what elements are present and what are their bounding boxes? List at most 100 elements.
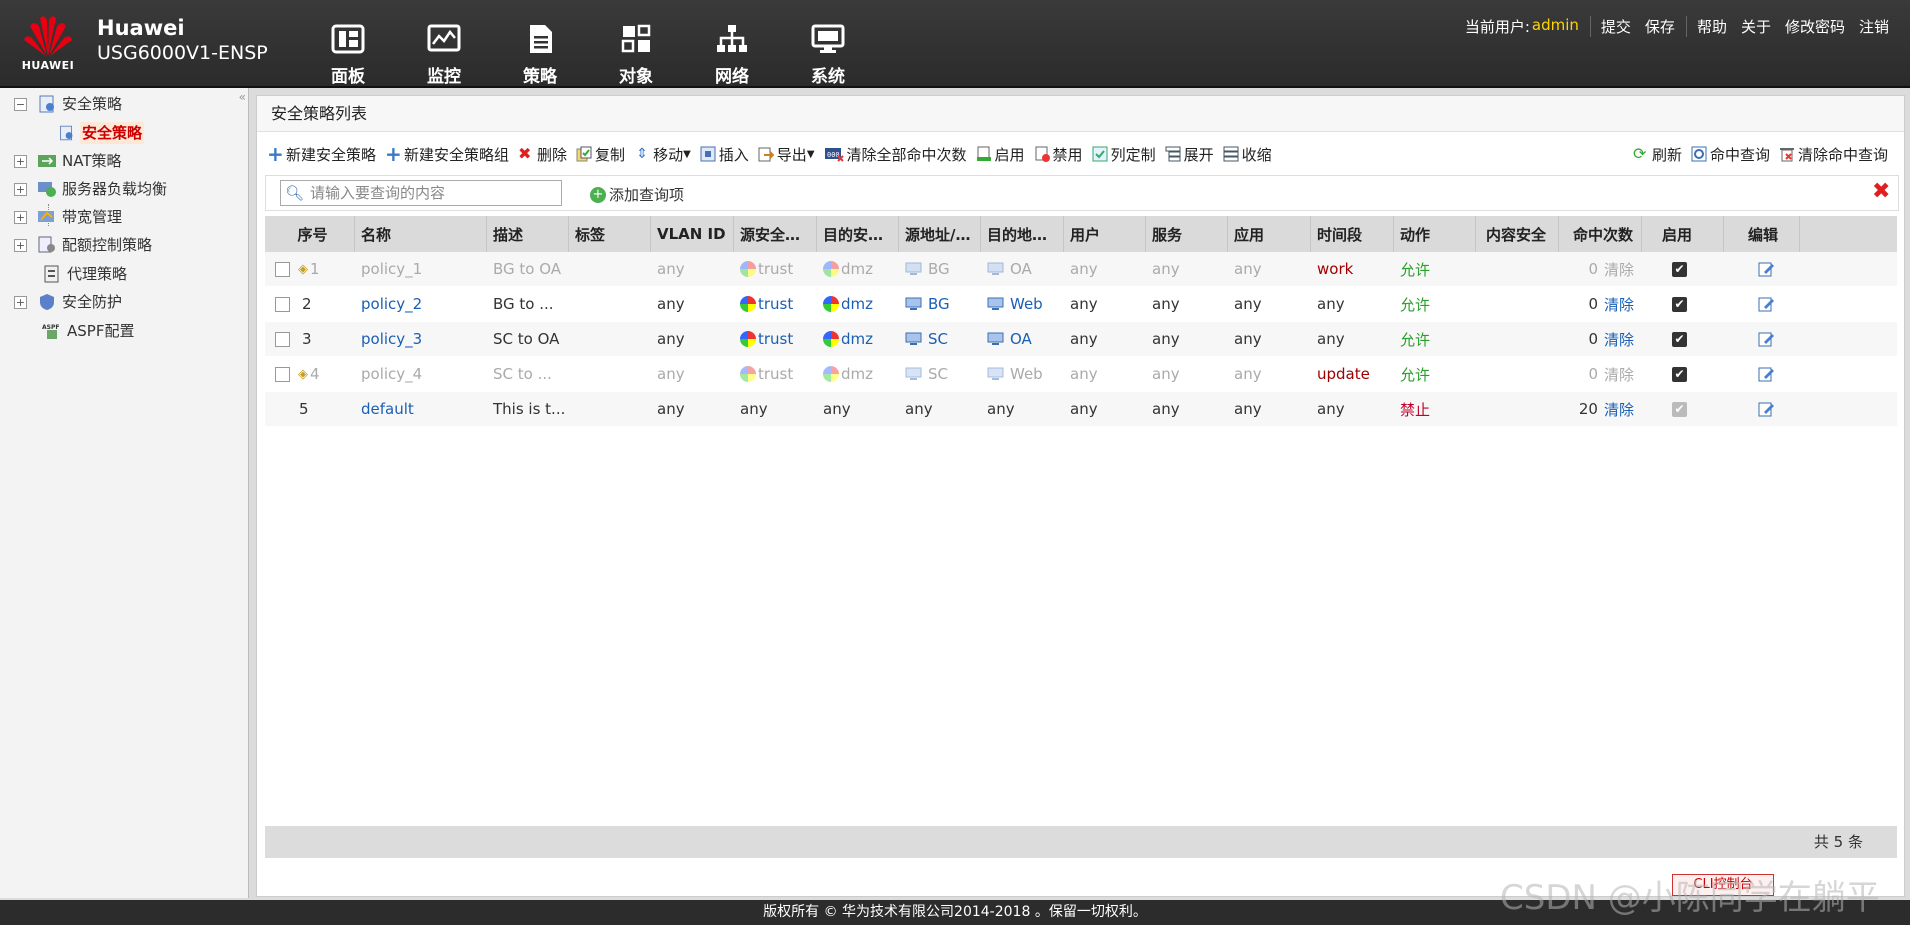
src-zone[interactable]: trust [758,295,793,313]
submit-link[interactable]: 提交 [1589,16,1638,37]
row-checkbox[interactable] [275,331,290,347]
policy-name-link[interactable]: default [361,400,414,418]
clear-hits-link[interactable]: 清除 [1604,294,1634,315]
nav-network[interactable]: 网络 [684,20,780,87]
row-checkbox[interactable] [275,366,290,382]
expand-icon[interactable]: + [14,182,27,196]
disable-button[interactable]: 禁用 [1034,144,1083,165]
policy-name-link[interactable]: policy_2 [361,295,422,313]
column-customize-button[interactable]: 列定制 [1092,144,1156,165]
collapse-button[interactable]: 收缩 [1223,144,1272,165]
sidebar-item-bandwidth[interactable]: + 带宽管理 [14,206,122,228]
nav-policy[interactable]: 策略 [492,20,588,87]
row-checkbox[interactable] [275,261,290,277]
clear-all-hits-button[interactable]: 000 清除全部命中次数 [824,144,967,165]
help-link[interactable]: 帮助 [1685,16,1734,37]
new-policy-group-button[interactable]: + 新建安全策略组 [385,144,509,165]
sidebar-item-aspf[interactable]: ASPF ASPF配置 [42,320,134,342]
new-policy-button[interactable]: + 新建安全策略 [267,144,376,165]
src-addr[interactable]: BG [928,260,950,278]
table-row[interactable]: 5 default This is t... any any any any any any an… [265,392,1897,427]
sidebar-item-security-policy[interactable]: − 安全策略 [14,93,122,115]
dst-addr[interactable]: Web [1010,295,1043,313]
table-row[interactable]: 3 policy_3 SC to OA any trust dmz SC OA any any an… [265,322,1897,357]
nav-system[interactable]: 系统 [780,20,876,87]
src-zone[interactable]: trust [758,260,793,278]
dst-zone[interactable]: dmz [841,365,873,383]
search-input[interactable] [308,183,553,203]
enable-checkbox[interactable]: ✔ [1672,331,1687,347]
col-header[interactable]: 命中次数 [1559,216,1642,252]
row-checkbox[interactable] [275,296,290,312]
dst-zone[interactable]: dmz [841,295,873,313]
col-header[interactable]: 动作 [1394,216,1476,252]
close-icon[interactable]: ✖ [1872,181,1890,203]
collapse-sidebar-icon[interactable]: « [239,90,246,104]
nav-monitor[interactable]: 监控 [396,20,492,87]
enable-button[interactable]: 启用 [976,144,1025,165]
src-addr[interactable]: SC [928,330,948,348]
col-header[interactable]: 服务 [1146,216,1228,252]
col-header[interactable]: 应用 [1228,216,1311,252]
col-header[interactable]: 时间段 [1311,216,1394,252]
about-link[interactable]: 关于 [1734,16,1778,37]
sidebar-item-protection[interactable]: + 安全防护 [14,291,122,313]
add-query-button[interactable]: + 添加查询项 [590,184,684,205]
table-row[interactable]: 2 policy_2 BG to ... any trust dmz BG Web any any… [265,287,1897,322]
policy-name-link[interactable]: policy_4 [361,365,422,383]
sidebar-item-nat[interactable]: + NAT策略 [14,150,121,172]
col-header[interactable]: 标签 [569,216,651,252]
enable-checkbox[interactable]: ✔ [1672,401,1687,417]
src-zone[interactable]: trust [758,365,793,383]
dst-zone[interactable]: dmz [841,260,873,278]
sidebar-item-proxy[interactable]: 代理策略 [42,263,127,285]
dst-addr[interactable]: OA [1010,260,1032,278]
move-button[interactable]: ⇕ 移动 ▼ [634,144,691,165]
collapse-icon[interactable]: − [14,97,27,111]
clear-hits-link[interactable]: 清除 [1604,399,1634,420]
copy-button[interactable]: 复制 [576,144,625,165]
policy-name-link[interactable]: policy_3 [361,330,422,348]
expand-icon[interactable]: + [14,238,27,252]
src-addr[interactable]: SC [928,365,948,383]
enable-checkbox[interactable]: ✔ [1672,261,1687,277]
expand-icon[interactable]: + [14,154,27,168]
sidebar-item-quota[interactable]: + 配额控制策略 [14,234,152,256]
logout-link[interactable]: 注销 [1852,16,1896,37]
sidebar-item-security-policy-sub[interactable]: 安全策略 [58,122,145,144]
sidebar-item-server-lb[interactable]: + 服务器负载均衡 [14,178,167,200]
col-header[interactable]: 启用 [1642,216,1724,252]
clear-hits-link[interactable]: 清除 [1604,364,1634,385]
insert-button[interactable]: 插入 [700,144,749,165]
policy-name-link[interactable]: policy_1 [361,260,422,278]
save-link[interactable]: 保存 [1638,16,1682,37]
clear-hits-link[interactable]: 清除 [1604,329,1634,350]
edit-icon[interactable] [1757,400,1775,418]
edit-icon[interactable] [1757,260,1775,278]
nav-object[interactable]: 对象 [588,20,684,87]
col-header[interactable]: VLAN ID [651,216,734,252]
col-header[interactable]: 描述 [487,216,569,252]
change-password-link[interactable]: 修改密码 [1778,16,1852,37]
col-header[interactable]: 编辑 [1724,216,1800,252]
table-row[interactable]: ◈ 1 policy_1 BG to OA any trust dmz BG OA any any a… [265,252,1897,287]
refresh-button[interactable]: ⟳ 刷新 [1633,144,1682,165]
col-header[interactable]: 目的地… [981,216,1064,252]
clear-hit-query-button[interactable]: 清除命中查询 [1779,144,1888,165]
dst-addr[interactable]: OA [1010,330,1032,348]
hit-query-button[interactable]: 命中查询 [1691,144,1770,165]
clear-hits-link[interactable]: 清除 [1604,259,1634,280]
dst-zone[interactable]: dmz [841,330,873,348]
dst-addr[interactable]: Web [1010,365,1043,383]
expand-icon[interactable]: + [14,295,27,309]
enable-checkbox[interactable]: ✔ [1672,296,1687,312]
delete-button[interactable]: ✖ 删除 [518,144,567,165]
src-zone[interactable]: trust [758,330,793,348]
edit-icon[interactable] [1757,365,1775,383]
src-addr[interactable]: BG [928,295,950,313]
edit-icon[interactable] [1757,330,1775,348]
col-header[interactable]: 名称 [355,216,487,252]
col-header[interactable]: 源地址/… [899,216,981,252]
col-header[interactable]: 内容安全 [1476,216,1559,252]
expand-button[interactable]: 展开 [1165,144,1214,165]
